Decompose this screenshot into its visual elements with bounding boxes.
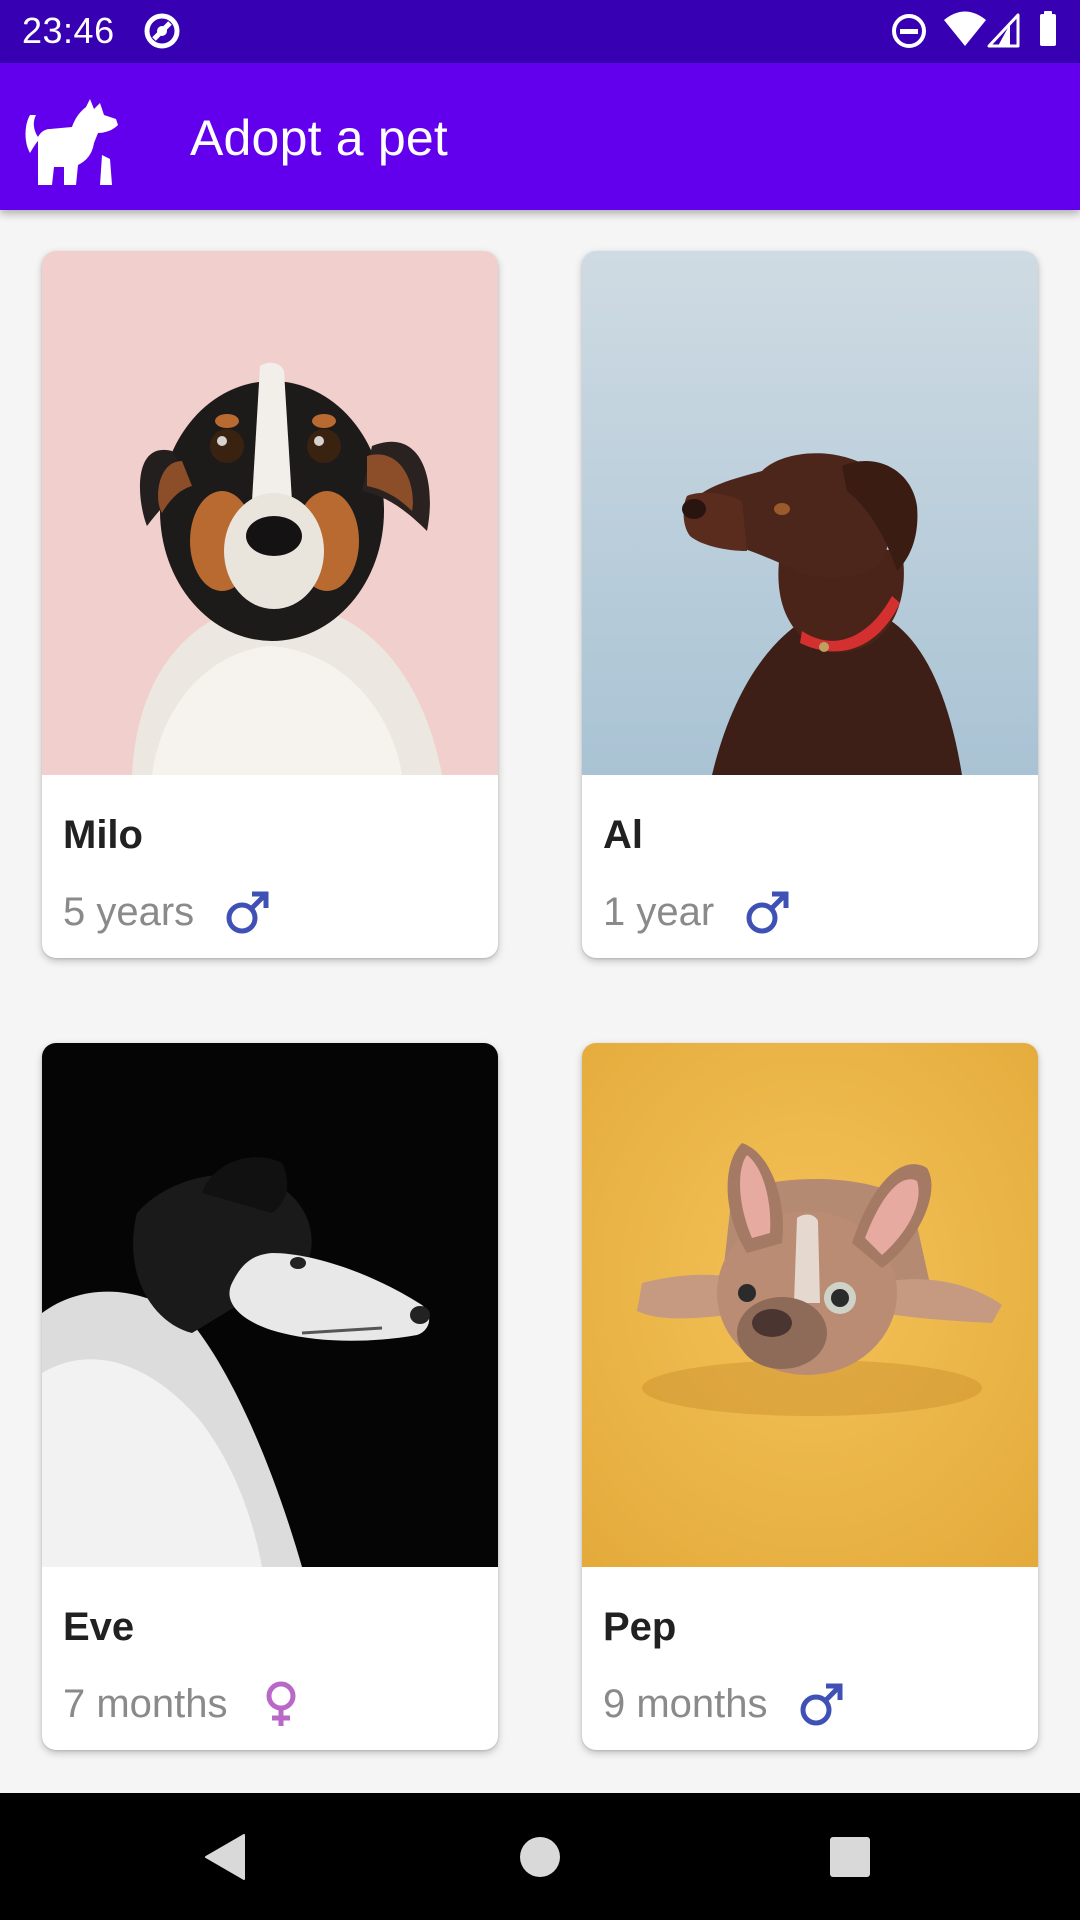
- pet-photo-al: [582, 251, 1038, 775]
- pet-name: Al: [603, 813, 643, 857]
- pet-meta: 1 year: [603, 887, 790, 937]
- navigation-bar: [0, 1793, 1080, 1920]
- pet-age: 5 years: [63, 890, 195, 934]
- female-symbol-icon: [266, 1681, 296, 1726]
- pet-card-eve[interactable]: Eve 7 months: [42, 1043, 498, 1750]
- pet-meta: 9 months: [603, 1679, 844, 1729]
- pet-photo-eve: [42, 1043, 498, 1567]
- pet-card-milo[interactable]: Milo 5 years: [42, 251, 498, 958]
- recents-icon[interactable]: [814, 1821, 886, 1893]
- pet-name: Milo: [63, 813, 143, 857]
- pet-meta: 7 months: [63, 1679, 304, 1729]
- pet-name: Eve: [63, 1605, 135, 1649]
- battery-icon: [1040, 11, 1056, 46]
- status-bar: 23:46: [0, 0, 1080, 63]
- wifi-icon: [944, 11, 986, 46]
- pet-age: 9 months: [603, 1682, 768, 1726]
- dog-icon: [25, 99, 118, 185]
- back-icon[interactable]: [190, 1821, 262, 1893]
- cell-signal-icon: [987, 13, 1020, 48]
- home-icon[interactable]: [504, 1821, 576, 1893]
- pet-age: 7 months: [63, 1682, 228, 1726]
- male-symbol-icon: [226, 891, 269, 934]
- app-bar: Adopt a pet: [0, 63, 1080, 210]
- page-title: Adopt a pet: [190, 110, 448, 166]
- pet-name: Pep: [603, 1605, 677, 1649]
- pet-card-pep[interactable]: Pep 9 months: [582, 1043, 1038, 1750]
- pet-photo-pep: [582, 1043, 1038, 1567]
- at-sign-icon: [144, 13, 180, 49]
- pet-grid: Milo 5 years Al 1 year Eve 7 months Pep …: [0, 210, 1080, 1793]
- pet-age: 1 year: [603, 890, 715, 934]
- do-not-disturb-icon: [892, 14, 926, 48]
- pet-meta: 5 years: [63, 887, 270, 937]
- male-symbol-icon: [746, 891, 789, 934]
- status-time: 23:46: [22, 10, 115, 51]
- pet-card-al[interactable]: Al 1 year: [582, 251, 1038, 958]
- pet-photo-milo: [42, 251, 498, 775]
- male-symbol-icon: [800, 1683, 843, 1726]
